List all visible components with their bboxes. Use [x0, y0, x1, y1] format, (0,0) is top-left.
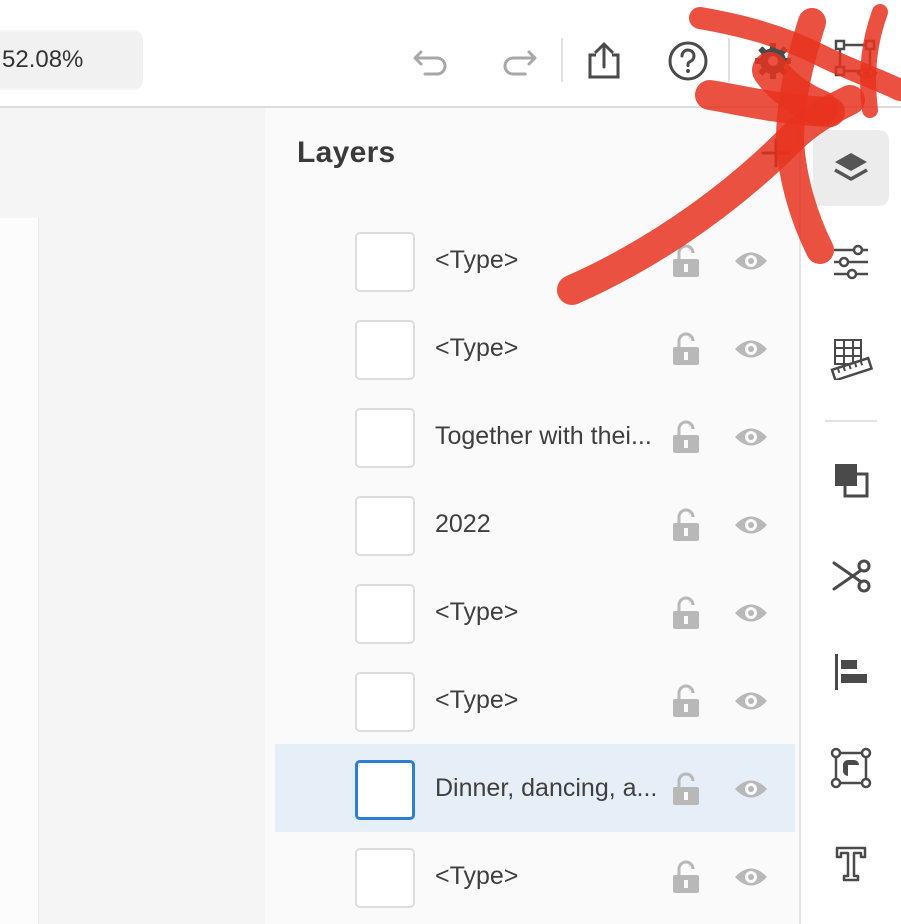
- grid-ruler-icon: [830, 339, 873, 380]
- properties-icon: [834, 244, 868, 280]
- lock-icon[interactable]: [671, 332, 701, 366]
- canvas-area[interactable]: [0, 108, 265, 924]
- transform-icon: [830, 747, 872, 789]
- toolbar-divider: [728, 38, 730, 82]
- layer-thumbnail[interactable]: [355, 760, 415, 820]
- properties-tool-button[interactable]: [813, 224, 889, 300]
- layer-row[interactable]: <Type>: [275, 568, 795, 656]
- eye-icon[interactable]: [733, 684, 769, 718]
- layer-row[interactable]: <Type>: [275, 304, 795, 392]
- share-button[interactable]: [577, 34, 631, 88]
- layers-panel-title: Layers: [297, 136, 396, 169]
- lock-icon[interactable]: [671, 772, 701, 806]
- layer-row[interactable]: Together with thei...: [275, 392, 795, 480]
- settings-icon: [755, 43, 791, 79]
- eye-icon[interactable]: [733, 596, 769, 630]
- layers-panel: Layers <Type> <Type> Together with thei...…: [265, 108, 801, 924]
- grid-tool-button[interactable]: [813, 320, 889, 396]
- rail-divider: [825, 420, 877, 422]
- layer-thumbnail[interactable]: [355, 848, 415, 908]
- help-button[interactable]: [661, 34, 715, 88]
- cut-icon: [832, 559, 871, 593]
- top-toolbar: 52.08%: [0, 0, 901, 108]
- plus-icon: [761, 138, 791, 168]
- undo-button[interactable]: [404, 34, 458, 88]
- settings-button[interactable]: [746, 34, 800, 88]
- add-layer-button[interactable]: [759, 136, 793, 170]
- help-icon: [668, 41, 708, 81]
- layer-name: <Type>: [435, 862, 519, 890]
- layer-name: <Type>: [435, 246, 519, 274]
- eye-icon[interactable]: [733, 508, 769, 542]
- layer-name: Together with thei...: [435, 422, 652, 450]
- layer-row[interactable]: <Type>: [275, 216, 795, 304]
- arrange-icon: [835, 464, 869, 498]
- align-tool-button[interactable]: [813, 634, 889, 710]
- layer-row[interactable]: 2022: [275, 480, 795, 568]
- text-tool-button[interactable]: [813, 826, 889, 902]
- layer-name: <Type>: [435, 598, 519, 626]
- layers-tool-button[interactable]: [813, 130, 889, 206]
- cut-tool-button[interactable]: [813, 538, 889, 614]
- layer-row[interactable]: <Type>: [275, 832, 795, 920]
- type-icon: [835, 846, 867, 882]
- preview-icon: [834, 39, 878, 79]
- zoom-level-field[interactable]: 52.08%: [0, 30, 143, 90]
- preview-button[interactable]: [830, 34, 884, 88]
- artboard[interactable]: [0, 218, 39, 924]
- share-icon: [588, 42, 620, 79]
- layer-name: Dinner, dancing, a...: [435, 774, 658, 802]
- layer-thumbnail[interactable]: [355, 232, 415, 292]
- lock-icon[interactable]: [671, 244, 701, 278]
- right-tool-rail: [803, 108, 901, 924]
- redo-button[interactable]: [492, 34, 546, 88]
- transform-tool-button[interactable]: [813, 730, 889, 806]
- layer-thumbnail[interactable]: [355, 672, 415, 732]
- redo-icon: [503, 50, 537, 76]
- layer-thumbnail[interactable]: [355, 320, 415, 380]
- layer-thumbnail[interactable]: [355, 496, 415, 556]
- layers-icon: [834, 153, 868, 181]
- layer-thumbnail[interactable]: [355, 584, 415, 644]
- eye-icon[interactable]: [733, 244, 769, 278]
- lock-icon[interactable]: [671, 420, 701, 454]
- eye-icon[interactable]: [733, 860, 769, 894]
- toolbar-divider: [561, 38, 563, 82]
- layer-row[interactable]: <Type>: [275, 656, 795, 744]
- lock-icon[interactable]: [671, 860, 701, 894]
- layer-thumbnail[interactable]: [355, 408, 415, 468]
- lock-icon[interactable]: [671, 684, 701, 718]
- align-icon: [835, 654, 867, 690]
- arrange-tool-button[interactable]: [813, 442, 889, 518]
- layer-name: 2022: [435, 510, 491, 538]
- lock-icon[interactable]: [671, 508, 701, 542]
- undo-icon: [413, 50, 447, 76]
- lock-icon[interactable]: [671, 596, 701, 630]
- eye-icon[interactable]: [733, 332, 769, 366]
- eye-icon[interactable]: [733, 420, 769, 454]
- eye-icon[interactable]: [733, 772, 769, 806]
- layer-name: <Type>: [435, 686, 519, 714]
- layer-row[interactable]: Dinner, dancing, a...: [275, 744, 795, 832]
- layer-name: <Type>: [435, 334, 519, 362]
